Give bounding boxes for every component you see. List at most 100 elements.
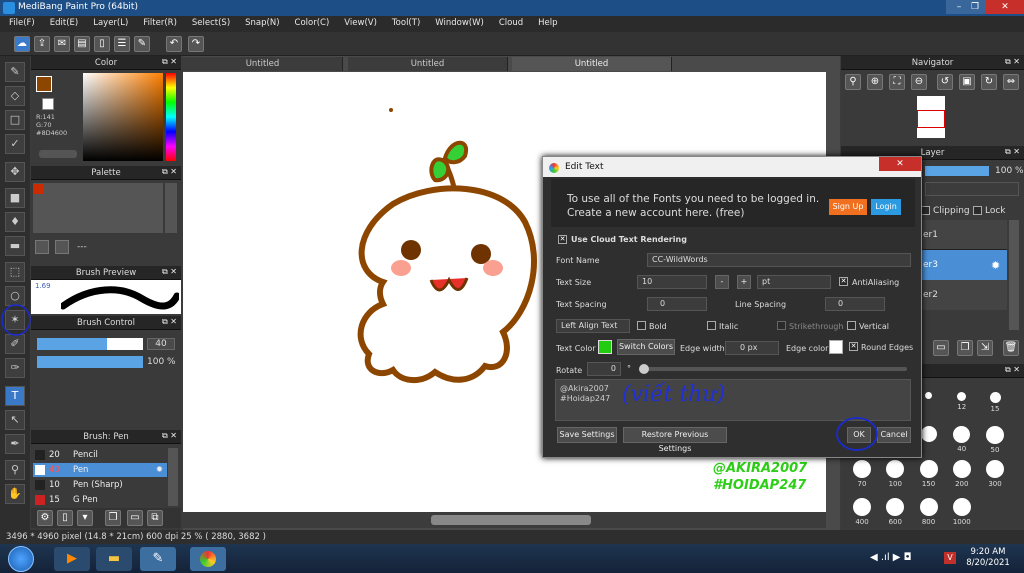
rotate-input[interactable]: 0 xyxy=(587,362,621,376)
navigator-thumbnail[interactable] xyxy=(917,96,945,138)
new-page-icon[interactable] xyxy=(35,240,49,254)
font-name-select[interactable]: CC-WildWords xyxy=(647,253,911,267)
rotate-slider[interactable] xyxy=(639,364,907,374)
tray-icons[interactable]: ◀ .ıl ▶ ◘ xyxy=(870,552,912,563)
size-option-12[interactable]: 12 xyxy=(947,392,977,413)
text-spacing-stepper[interactable]: 0 xyxy=(647,297,707,311)
fill-shape-tool-icon[interactable]: ■ xyxy=(5,188,25,208)
eyedropper-tool-icon[interactable]: ✒ xyxy=(5,434,25,454)
menu-filter[interactable]: Filter(R) xyxy=(134,16,183,32)
layer-row-1[interactable]: er1 xyxy=(921,220,1007,250)
round-edges-checkbox[interactable]: ✕ xyxy=(849,342,858,351)
brush-size-value[interactable]: 40 xyxy=(147,338,175,350)
menu-snap[interactable]: Snap(N) xyxy=(236,16,285,32)
select-eraser-tool-icon[interactable]: ✑ xyxy=(5,358,25,378)
edge-color-swatch[interactable] xyxy=(829,340,843,354)
size-option-600[interactable]: 600 xyxy=(880,498,910,526)
rotate-left-icon[interactable]: ↺ xyxy=(937,74,953,90)
panel-close-icon[interactable]: ⧉ ✕ xyxy=(162,431,177,441)
layer-opacity-slider[interactable] xyxy=(925,166,989,176)
gradient-tool-icon[interactable]: ▬ xyxy=(5,236,25,256)
text-color-swatch[interactable] xyxy=(598,340,612,354)
medibang-taskbar-icon[interactable]: ✎ xyxy=(140,547,176,571)
brush-menu-icon[interactable]: ▾ xyxy=(77,510,93,526)
brush-size-slider[interactable] xyxy=(37,338,143,350)
redo-icon[interactable]: ↷ xyxy=(188,36,204,52)
new-brush-icon[interactable]: ▯ xyxy=(57,510,73,526)
zoom-out-icon[interactable]: ⚲ xyxy=(845,74,861,90)
panel-close-icon[interactable]: ⧉ ✕ xyxy=(162,57,177,67)
clipping-checkbox[interactable] xyxy=(921,206,930,215)
navigator-viewport[interactable] xyxy=(917,110,945,128)
menu-layer[interactable]: Layer(L) xyxy=(84,16,134,32)
horizontal-scrollbar[interactable] xyxy=(183,512,826,528)
trash-icon[interactable] xyxy=(55,240,69,254)
restore-settings-button[interactable]: Restore Previous Settings xyxy=(623,427,727,453)
blend-mode-select[interactable] xyxy=(925,182,1019,196)
page-icon[interactable]: ▯ xyxy=(94,36,110,52)
start-button[interactable] xyxy=(8,546,34,572)
palette-scrollbar[interactable] xyxy=(165,183,177,233)
brush-tool-icon[interactable]: ✎ xyxy=(5,62,25,82)
edge-width-stepper[interactable]: 0 px xyxy=(725,341,779,355)
select-rect-tool-icon[interactable]: □ xyxy=(5,110,25,130)
copy-layer-icon[interactable]: ❐ xyxy=(957,340,973,356)
panel-close-icon[interactable]: ⧉ ✕ xyxy=(162,167,177,177)
lock-checkbox[interactable] xyxy=(973,206,982,215)
comment-icon[interactable]: ✉ xyxy=(54,36,70,52)
brush-opacity-slider[interactable] xyxy=(37,356,143,368)
layer-scrollbar[interactable] xyxy=(1009,220,1019,330)
text-tool-icon[interactable]: T xyxy=(5,386,25,406)
tray-app-icon[interactable]: V xyxy=(944,552,956,564)
bold-checkbox[interactable] xyxy=(637,321,646,330)
operation-tool-icon[interactable]: ↖ xyxy=(5,410,25,430)
edit-icon[interactable]: ✎ xyxy=(134,36,150,52)
menu-select[interactable]: Select(S) xyxy=(183,16,236,32)
move-tool-icon[interactable]: ✥ xyxy=(5,162,25,182)
folder-icon[interactable]: ▭ xyxy=(127,510,143,526)
menu-color[interactable]: Color(C) xyxy=(286,16,336,32)
palette-swatch[interactable] xyxy=(34,184,44,194)
brush-item-pencil[interactable]: 20 Pencil xyxy=(33,448,167,462)
media-player-icon[interactable]: ▶ xyxy=(54,547,90,571)
cancel-button[interactable]: Cancel xyxy=(877,427,911,443)
rotate-slider-thumb[interactable] xyxy=(639,364,649,374)
gear-icon[interactable]: ✹ xyxy=(156,463,163,477)
size-option-300[interactable]: 300 xyxy=(980,460,1010,488)
secondary-color-swatch[interactable] xyxy=(42,98,54,110)
size-option-800[interactable]: 800 xyxy=(914,498,944,526)
tab-untitled-1[interactable]: Untitled xyxy=(183,57,343,71)
tab-untitled-2[interactable]: Untitled xyxy=(348,57,508,71)
merge-layer-icon[interactable]: ⇲ xyxy=(977,340,993,356)
chrome-taskbar-icon[interactable] xyxy=(190,547,226,571)
layer-row-2[interactable]: er2 xyxy=(921,280,1007,310)
maximize-button[interactable]: ❐ xyxy=(964,0,986,14)
brush-item-pen[interactable]: 40 Pen ✹ xyxy=(33,463,167,477)
file-explorer-icon[interactable]: ▬ xyxy=(96,547,132,571)
unit-select[interactable]: pt xyxy=(757,275,831,289)
undo-icon[interactable]: ↶ xyxy=(166,36,182,52)
menu-tool[interactable]: Tool(T) xyxy=(383,16,426,32)
panel-close-icon[interactable]: ⧉ ✕ xyxy=(1005,147,1020,157)
cloud-icon[interactable]: ☁ xyxy=(14,36,30,52)
size-option-15[interactable]: 15 xyxy=(980,392,1010,413)
fit-icon[interactable]: ⛶ xyxy=(889,74,905,90)
login-button[interactable]: Login xyxy=(871,199,901,215)
close-button[interactable]: ✕ xyxy=(986,0,1024,14)
menu-view[interactable]: View(V) xyxy=(335,16,383,32)
antialiasing-checkbox[interactable]: ✕ xyxy=(839,277,848,286)
zoom-in-icon[interactable]: ⊕ xyxy=(867,74,883,90)
hue-slider[interactable] xyxy=(166,73,176,161)
text-size-select[interactable]: 10 xyxy=(637,275,707,289)
size-option-400[interactable]: 400 xyxy=(847,498,877,526)
clock[interactable]: 9:20 AM 8/20/2021 xyxy=(962,547,1014,569)
save-settings-button[interactable]: Save Settings xyxy=(557,427,617,443)
zoom-tool-icon[interactable]: ⚲ xyxy=(5,460,25,480)
copy-brush-icon[interactable]: ❐ xyxy=(105,510,121,526)
tab-untitled-3[interactable]: Untitled xyxy=(512,57,672,71)
text-align-select[interactable]: Left Align Text xyxy=(556,319,630,333)
cloud-render-checkbox[interactable]: ✕ xyxy=(558,235,567,244)
comment-alt-icon[interactable]: ▤ xyxy=(74,36,90,52)
menu-cloud[interactable]: Cloud xyxy=(490,16,529,32)
color-saturation-field[interactable] xyxy=(83,73,163,161)
